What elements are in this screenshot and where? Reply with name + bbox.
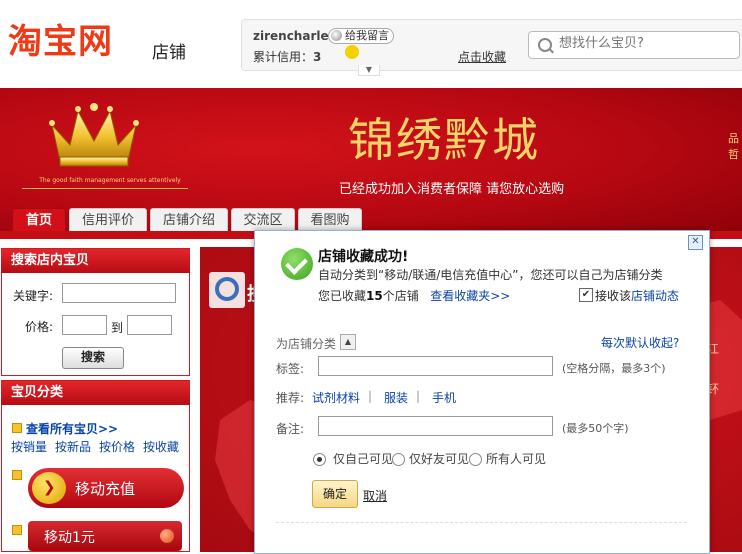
price-label: 价格: [25, 320, 54, 334]
confirm-button[interactable]: 确定 [312, 480, 358, 508]
search-input[interactable] [557, 35, 731, 52]
leave-message-label: 给我留言 [345, 29, 389, 42]
sort-by-sales-link[interactable]: 按销量 [11, 438, 47, 455]
banner-right-char: 哲 [728, 148, 739, 161]
recommend-tag-reagents[interactable]: 试剂材料 [312, 389, 360, 406]
orb-icon [160, 529, 174, 543]
mobile-recharge-button[interactable]: 移动充值 [28, 468, 184, 508]
tab-shop-intro[interactable]: 店铺介绍 [150, 208, 228, 233]
view-all-items-link[interactable]: 查看所有宝贝>> [26, 420, 118, 437]
dialog-divider [276, 522, 687, 523]
seller-username[interactable]: zirencharles [253, 29, 336, 43]
close-icon[interactable]: ✕ [688, 235, 703, 250]
subscribe-checkbox[interactable]: ✔ [579, 288, 593, 302]
tab-home[interactable]: 首页 [12, 208, 66, 233]
keyword-label: 关键字: [13, 289, 54, 303]
visibility-friends-radio[interactable] [392, 453, 405, 466]
tag-label: 标签: [276, 362, 305, 376]
leave-message-button[interactable]: 给我留言 [328, 28, 394, 44]
tag-input[interactable] [318, 356, 553, 376]
recommend-tag-phones[interactable]: 手机 [432, 389, 456, 406]
shop-search-button[interactable]: 搜索 [62, 347, 124, 369]
favorite-count-message: 您已收藏15个店铺 查看收藏夹>> [318, 287, 510, 304]
count-suffix: 个店铺 [382, 289, 419, 303]
crown-icon [49, 103, 139, 167]
price-min-input[interactable] [62, 315, 107, 335]
mobile-one-yuan-label: 移动1元 [44, 530, 95, 546]
shop-name: 锦绣黔城 [348, 113, 540, 167]
sort-by-new-link[interactable]: 按新品 [55, 438, 91, 455]
taobao-logo[interactable]: 淘宝网 [8, 22, 113, 62]
subscribe-label: 接收该店铺动态 [595, 287, 679, 304]
banner-right-edge-text: 品 哲 [728, 130, 742, 180]
chevron-down-icon[interactable]: ▼ [358, 65, 380, 76]
visibility-self-label: 仅自己可见 [333, 452, 394, 466]
keyword-input[interactable] [62, 283, 176, 303]
add-favorite-link[interactable]: 点击收藏 [458, 48, 506, 65]
visibility-all-radio[interactable] [469, 453, 482, 466]
separator: | [416, 389, 421, 403]
crown-tagline: The good faith management serves attenti… [39, 177, 181, 184]
category-title: 宝贝分类 [1, 381, 190, 405]
search-box[interactable] [528, 31, 740, 59]
credit-label: 累计信用： [253, 50, 314, 64]
default-collapse-link[interactable]: 每次默认收起? [601, 334, 679, 351]
tag-hint: (空格分隔，最多3个) [562, 362, 666, 375]
subscribe-prefix: 接收该 [595, 289, 632, 303]
bullet-icon [12, 525, 22, 535]
cancel-link[interactable]: 取消 [363, 487, 387, 504]
sort-by-favorites-link[interactable]: 按收藏 [143, 438, 179, 455]
banner-right-char: 品 [728, 132, 739, 145]
arrow-right-icon [32, 472, 66, 504]
bullet-icon [12, 470, 22, 480]
message-icon [331, 30, 342, 41]
bullet-icon [12, 423, 22, 433]
search-icon [538, 38, 552, 52]
chevron-up-icon[interactable]: ▲ [340, 334, 356, 350]
visibility-all-label: 所有人可见 [486, 452, 547, 466]
credit-level-icon [345, 45, 359, 59]
visibility-friends-label: 仅好友可见 [409, 452, 470, 466]
note-input[interactable] [318, 416, 553, 436]
mobile-one-yuan-button[interactable]: 移动1元 [28, 521, 182, 551]
credit-value: 3 [313, 50, 322, 64]
note-hint: (最多50个字) [562, 422, 629, 435]
price-to-label: 到 [111, 321, 124, 335]
logo-subtitle: 店铺 [152, 43, 186, 63]
favorite-shop-count: 15 [366, 289, 383, 303]
magnifier-icon [209, 272, 245, 308]
category-toggle-label[interactable]: 为店铺分类 [276, 335, 336, 352]
separator: | [368, 389, 373, 403]
visibility-self-radio[interactable] [313, 453, 326, 466]
success-check-icon [281, 248, 313, 280]
dialog-title: 店铺收藏成功! [318, 249, 409, 265]
sort-by-price-link[interactable]: 按价格 [99, 438, 135, 455]
view-favorites-link[interactable]: 查看收藏夹>> [430, 289, 510, 303]
note-label: 备注: [276, 422, 305, 436]
recommend-tag-clothing[interactable]: 服装 [384, 389, 408, 406]
auto-category-message: 自动分类到“移动/联通/电信充值中心”，您还可以自己为店铺分类 [318, 268, 663, 282]
shop-search-title: 搜索店内宝贝 [1, 249, 190, 273]
count-prefix: 您已收藏 [318, 289, 367, 303]
consumer-guarantee-text: 已经成功加入消费者保障 请您放心选购 [339, 182, 565, 197]
shop-updates-link[interactable]: 店铺动态 [631, 289, 679, 303]
mobile-recharge-label: 移动充值 [75, 480, 136, 498]
credit-score: 累计信用：3 [253, 48, 321, 65]
tagline-underline [22, 188, 188, 189]
tab-credit-rating[interactable]: 信用评价 [69, 208, 147, 233]
price-max-input[interactable] [127, 315, 172, 335]
recommend-label: 推荐: [276, 391, 305, 405]
